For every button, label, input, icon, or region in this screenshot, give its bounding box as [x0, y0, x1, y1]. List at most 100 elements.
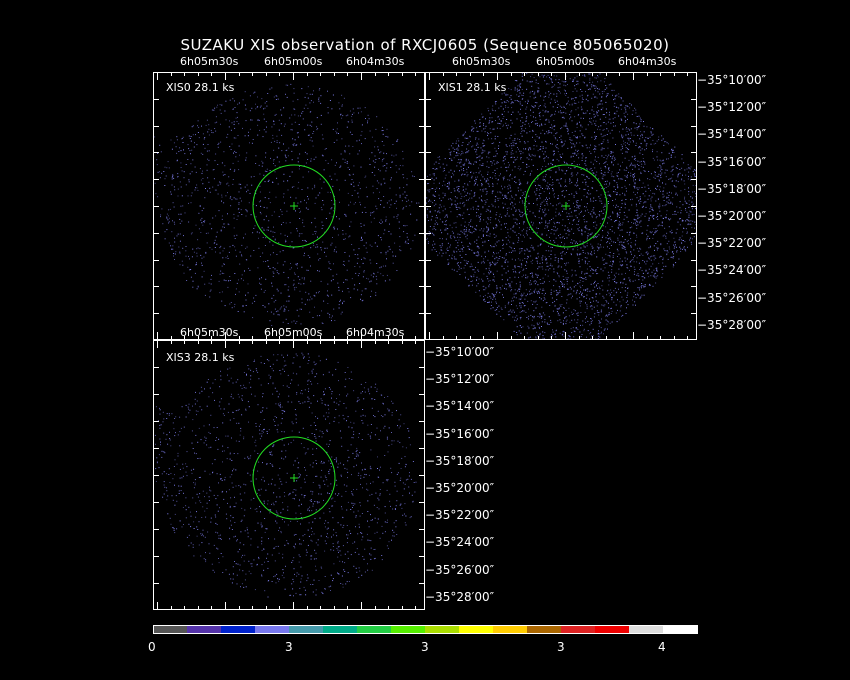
event-pixel: [372, 212, 374, 214]
event-pixel: [615, 113, 617, 115]
event-pixel: [537, 262, 538, 264]
event-pixel: [454, 258, 456, 260]
event-pixel: [679, 218, 681, 219]
event-pixel: [569, 181, 571, 183]
event-pixel: [560, 110, 561, 112]
event-pixel: [296, 264, 298, 266]
event-pixel: [485, 256, 486, 258]
event-pixel: [317, 270, 318, 272]
event-pixel: [557, 273, 559, 275]
event-pixel: [483, 124, 484, 126]
event-pixel: [494, 138, 496, 140]
event-pixel: [673, 152, 675, 153]
event-pixel: [579, 121, 580, 123]
event-pixel: [347, 288, 349, 289]
event-pixel: [673, 185, 675, 186]
event-pixel: [510, 89, 512, 91]
event-pixel: [198, 126, 200, 128]
event-pixel: [619, 301, 621, 303]
event-pixel: [601, 318, 602, 320]
event-pixel: [387, 250, 389, 252]
event-pixel: [600, 194, 602, 196]
event-pixel: [644, 170, 646, 172]
event-pixel: [663, 234, 665, 236]
event-pixel: [539, 105, 541, 106]
event-pixel: [455, 240, 457, 241]
event-pixel: [214, 242, 216, 244]
event-pixel: [336, 128, 338, 130]
event-pixel: [593, 113, 595, 115]
event-pixel: [154, 182, 156, 184]
event-pixel: [596, 235, 598, 237]
event-pixel: [280, 209, 282, 211]
event-pixel: [357, 275, 359, 277]
event-pixel: [221, 272, 223, 274]
event-pixel: [522, 259, 524, 261]
event-pixel: [196, 144, 198, 146]
event-pixel: [543, 297, 545, 299]
event-pixel: [458, 140, 460, 142]
event-pixel: [625, 134, 627, 136]
event-pixel: [461, 241, 463, 243]
event-pixel: [233, 217, 235, 219]
event-pixel: [363, 245, 365, 247]
event-pixel: [521, 135, 523, 137]
event-pixel: [309, 299, 311, 301]
event-pixel: [594, 147, 596, 149]
event-pixel: [607, 191, 609, 193]
event-pixel: [211, 274, 212, 276]
event-pixel: [458, 206, 460, 208]
event-pixel: [333, 263, 334, 265]
event-pixel: [648, 195, 650, 197]
event-pixel: [175, 251, 177, 253]
event-pixel: [191, 126, 193, 128]
event-pixel: [504, 287, 505, 289]
event-pixel: [624, 116, 626, 118]
event-pixel: [630, 242, 632, 244]
event-pixel: [548, 119, 550, 121]
event-pixel: [610, 293, 611, 295]
event-pixel: [556, 308, 558, 310]
event-pixel: [608, 170, 610, 171]
event-pixel: [475, 181, 477, 183]
event-pixel: [185, 246, 187, 247]
event-pixel: [300, 115, 301, 117]
event-pixel: [586, 306, 588, 308]
event-pixel: [633, 257, 634, 259]
event-pixel: [263, 113, 265, 115]
event-pixel: [570, 156, 572, 158]
event-pixel: [500, 192, 502, 194]
event-pixel: [201, 172, 203, 174]
event-pixel: [471, 265, 473, 267]
event-pixel: [427, 216, 428, 218]
event-pixel: [305, 207, 307, 209]
event-pixel: [637, 189, 639, 191]
event-pixel: [263, 174, 265, 176]
event-pixel: [570, 142, 571, 144]
event-pixel: [313, 101, 314, 103]
event-pixel: [557, 259, 559, 261]
event-pixel: [288, 300, 290, 302]
xis0-label: XIS0 28.1 ks: [166, 81, 235, 94]
event-pixel: [597, 91, 599, 93]
event-pixel: [433, 175, 435, 177]
event-pixel: [194, 166, 196, 168]
event-pixel: [589, 77, 591, 79]
event-pixel: [552, 184, 554, 185]
event-pixel: [572, 242, 573, 244]
event-pixel: [523, 130, 525, 132]
event-pixel: [581, 334, 583, 335]
event-pixel: [455, 258, 457, 260]
event-pixel: [563, 84, 565, 86]
event-pixel: [546, 259, 548, 261]
event-pixel: [464, 162, 466, 164]
event-pixel: [656, 230, 658, 231]
event-pixel: [517, 290, 519, 292]
event-pixel: [607, 194, 609, 196]
event-pixel: [518, 190, 519, 192]
event-pixel: [594, 145, 596, 147]
event-pixel: [487, 171, 489, 173]
event-pixel: [377, 235, 379, 237]
event-pixel: [587, 252, 589, 254]
event-pixel: [454, 190, 456, 192]
